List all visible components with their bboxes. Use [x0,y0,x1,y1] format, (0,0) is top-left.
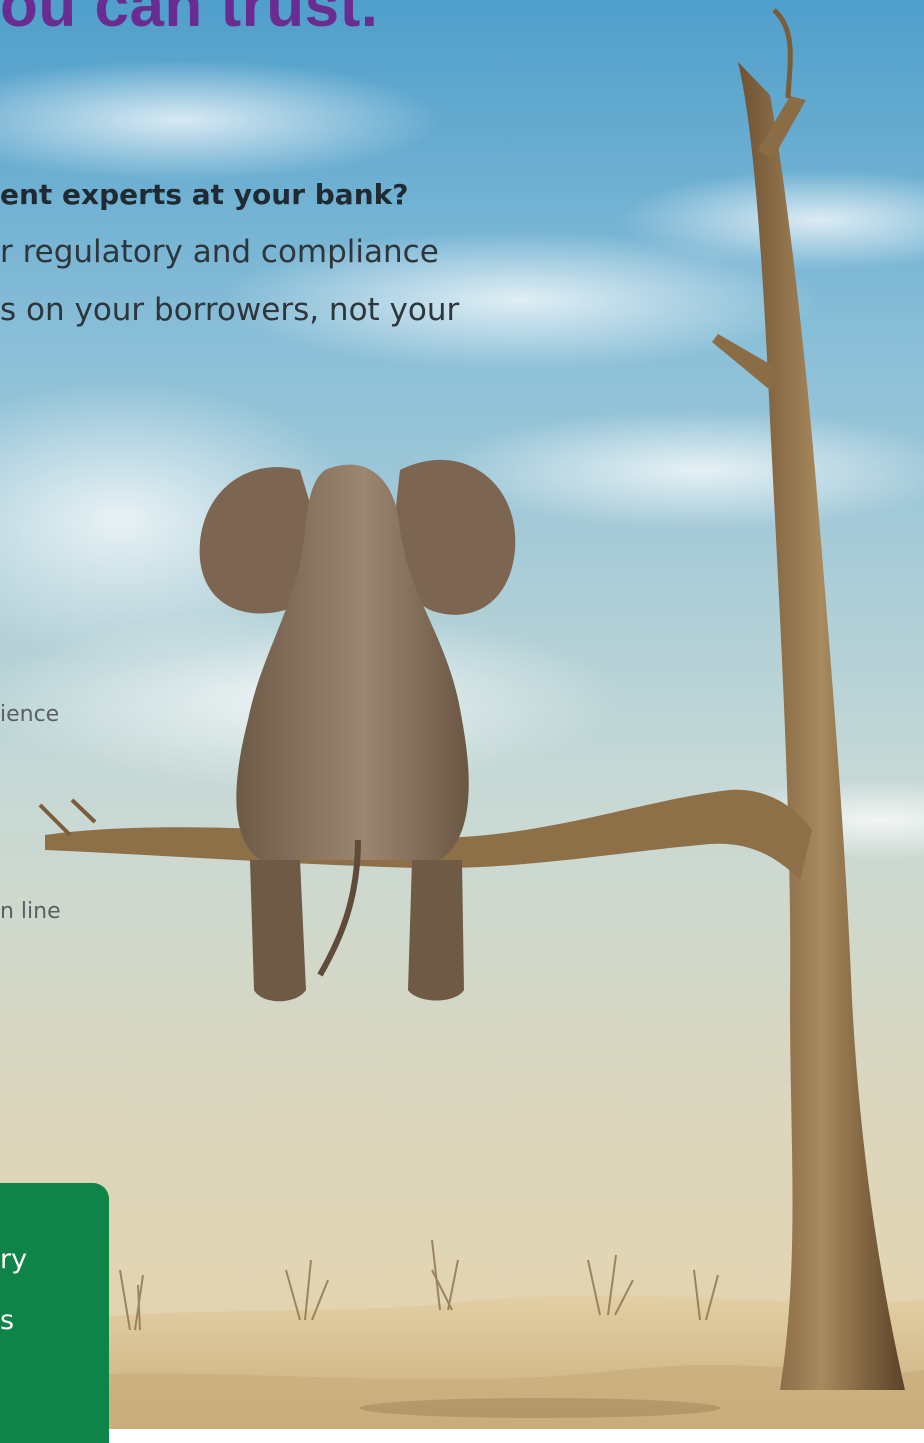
background-photo [0,0,924,1429]
side-text-fragment-1: ience [0,702,60,727]
cta-panel[interactable] [0,1183,109,1443]
body-text-line-1: r regulatory and compliance [0,234,439,270]
body-text-line-2: s on your borrowers, not your [0,292,460,328]
side-text-fragment-2: n line [0,899,61,924]
cta-text-line-2: s [0,1305,15,1336]
headline: ou can trust. [0,0,379,40]
cta-text-line-1: ry [0,1244,28,1275]
question-heading: ent experts at your bank? [0,178,409,211]
